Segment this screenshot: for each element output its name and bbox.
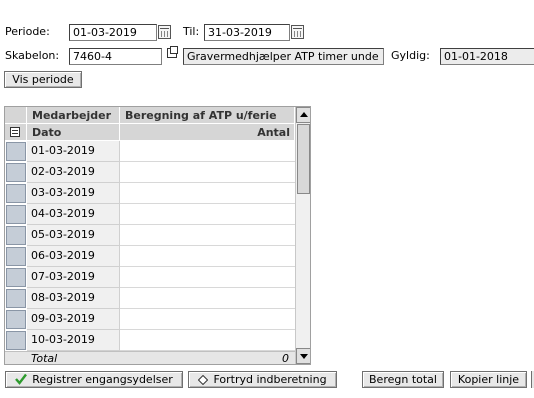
- antal-input-cell[interactable]: [120, 246, 295, 267]
- vertical-scrollbar[interactable]: [295, 107, 310, 364]
- arrow-down-icon: [300, 354, 308, 359]
- row-selector[interactable]: [6, 205, 26, 224]
- skabelon-code-input[interactable]: 7460-4: [69, 48, 162, 65]
- diamond-icon: [198, 374, 209, 386]
- arrow-up-icon: [300, 112, 308, 117]
- date-cell: 07-03-2019: [27, 267, 120, 288]
- antal-input-cell[interactable]: [120, 267, 295, 288]
- header-dato: Dato: [27, 124, 120, 141]
- vis-periode-button[interactable]: Vis periode: [4, 71, 82, 88]
- calendar-icon[interactable]: [291, 25, 304, 39]
- gyldig-label: Gyldig:: [391, 49, 430, 62]
- calendar-icon[interactable]: [158, 25, 171, 39]
- antal-input-cell[interactable]: [120, 183, 295, 204]
- skabelon-name-field: Gravermedhjælper ATP timer unde: [183, 48, 384, 65]
- total-label: Total: [31, 352, 58, 365]
- checkmark-icon: [15, 373, 28, 385]
- row-selector[interactable]: [6, 268, 26, 287]
- date-cell: 05-03-2019: [27, 225, 120, 246]
- header-beregning: Beregning af ATP u/ferie: [120, 107, 295, 124]
- antal-input-cell[interactable]: [120, 309, 295, 330]
- row-selector[interactable]: [6, 310, 26, 329]
- row-selector[interactable]: [6, 163, 26, 182]
- total-value: 0: [282, 352, 289, 365]
- lookup-icon[interactable]: [167, 46, 178, 58]
- fortryd-label: Fortryd indberetning: [213, 373, 327, 386]
- registrer-label: Registrer engangsydelser: [32, 373, 173, 386]
- gyldig-field: 01-01-2018: [440, 48, 534, 65]
- date-cell: 10-03-2019: [27, 330, 120, 351]
- scroll-down-button[interactable]: [296, 348, 310, 364]
- date-cell: 04-03-2019: [27, 204, 120, 225]
- grid-settings-icon[interactable]: [10, 127, 20, 137]
- header-medarbejder: Medarbejder: [27, 107, 120, 124]
- row-selector[interactable]: [6, 226, 26, 245]
- date-cell: 02-03-2019: [27, 162, 120, 183]
- row-selector[interactable]: [6, 184, 26, 203]
- date-cell: 08-03-2019: [27, 288, 120, 309]
- date-cell: 03-03-2019: [27, 183, 120, 204]
- date-cell: 01-03-2019: [27, 141, 120, 162]
- fortryd-indberetning-button[interactable]: Fortryd indberetning: [188, 371, 337, 388]
- antal-input-cell[interactable]: [120, 204, 295, 225]
- til-label: Til:: [183, 25, 200, 38]
- row-selector[interactable]: [6, 331, 26, 350]
- scroll-thumb[interactable]: [297, 124, 310, 194]
- periode-from-input[interactable]: 01-03-2019: [69, 24, 157, 41]
- antal-input-cell[interactable]: [120, 162, 295, 183]
- header-antal: Antal: [120, 124, 295, 141]
- kopier-linje-button[interactable]: Kopier linje: [450, 371, 527, 388]
- skabelon-label: Skabelon:: [5, 49, 60, 62]
- antal-input-cell[interactable]: [120, 225, 295, 246]
- registrer-engangsydelser-button[interactable]: Registrer engangsydelser: [5, 371, 183, 388]
- date-cell: 09-03-2019: [27, 309, 120, 330]
- data-grid: Medarbejder Beregning af ATP u/ferie Dat…: [4, 106, 311, 365]
- row-selector[interactable]: [6, 247, 26, 266]
- row-selector[interactable]: [6, 289, 26, 308]
- total-row: Total 0: [5, 351, 295, 365]
- row-selector[interactable]: [6, 142, 26, 161]
- grid-settings-cell: [5, 124, 27, 141]
- header-corner: [5, 107, 27, 124]
- date-cell: 06-03-2019: [27, 246, 120, 267]
- scroll-up-button[interactable]: [296, 107, 310, 123]
- antal-input-cell[interactable]: [120, 330, 295, 351]
- periode-to-input[interactable]: 31-03-2019: [204, 24, 290, 41]
- periode-label: Periode:: [5, 25, 50, 38]
- antal-input-cell[interactable]: [120, 288, 295, 309]
- antal-input-cell[interactable]: [120, 141, 295, 162]
- beregn-total-button[interactable]: Beregn total: [362, 371, 444, 388]
